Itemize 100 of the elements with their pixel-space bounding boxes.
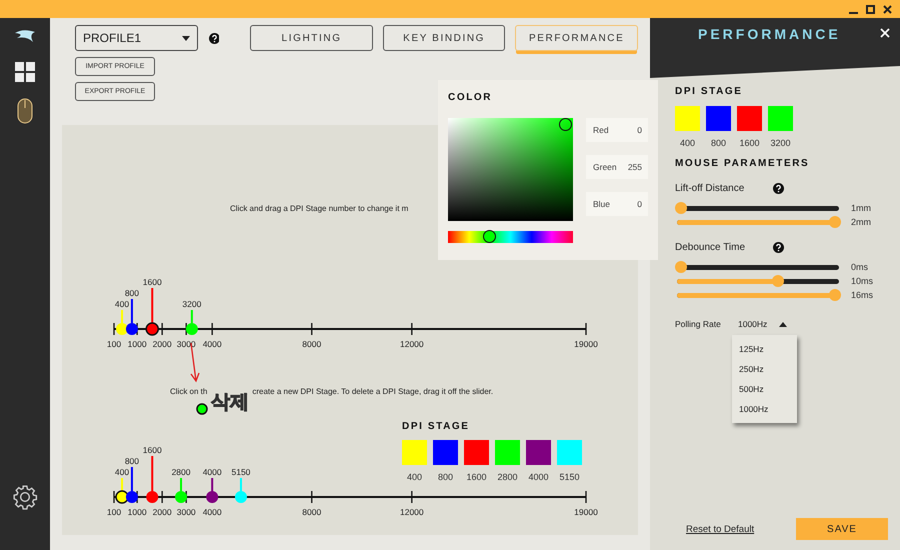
saturation-value-area[interactable] [448,118,573,221]
instruction-text: Click and drag a DPI Stage number to change it m [230,204,408,213]
close-icon[interactable] [883,4,892,14]
color-swatch[interactable] [557,440,582,465]
dpi-stage-handle[interactable] [206,478,218,503]
stage-label: 400 [114,299,130,309]
stage-label: 800 [124,456,140,466]
profile-dropdown[interactable]: PROFILE1 [75,25,198,51]
instruction-text: Click on th [170,387,208,396]
section-heading: DPI STAGE [402,421,471,432]
color-value-field[interactable]: Green 255 [586,155,648,179]
menu-option[interactable]: 250Hz [732,359,797,379]
stage-label: 400 [114,467,130,477]
slider-track[interactable] [675,275,841,287]
slider-thumb[interactable] [772,275,784,287]
color-swatch[interactable] [768,106,793,131]
color-thumb[interactable] [559,118,572,131]
polling-rate-dropdown[interactable]: 1000Hz [738,319,788,329]
slider-reading: 16ms [851,290,874,300]
tick-label: 19000 [574,507,598,517]
slider-thumb[interactable] [829,289,841,301]
swatch-label: 400 [406,472,422,482]
section-heading: MOUSE PARAMETERS [675,158,810,169]
slider-reading: 10ms [851,276,874,286]
tick-label: 2000 [152,507,172,517]
slider-axis[interactable] [113,491,587,503]
color-value-field[interactable]: Red 0 [586,118,648,142]
menu-option[interactable]: 1000Hz [732,399,797,419]
help-icon[interactable] [208,32,220,44]
stage-label: 800 [124,288,140,298]
swatch-label: 1600 [466,472,487,482]
color-swatch[interactable] [402,440,427,465]
dpi-stage-handle[interactable] [175,478,188,503]
tick-label: 1000 [128,507,147,517]
swatch-label: 800 [438,472,454,482]
slider-thumb[interactable] [829,216,841,228]
swatch-label: 3200 [770,138,791,148]
tab[interactable]: LIGHTING [250,25,373,51]
save-button[interactable]: SAVE [796,518,888,540]
slider-axis[interactable] [113,323,587,335]
tick-label: 3000 [176,507,196,517]
slider-reading: 0ms [851,262,868,272]
stage-label: 4000 [202,467,222,477]
stage-dot-icon [196,403,208,415]
instruction-text: create a new DPI Stage. To delete a DPI Stage, drag it off the slider. [252,387,494,396]
slider-reading: 2mm [851,217,871,227]
section-heading: DPI STAGE [675,86,744,97]
close-button[interactable] [878,26,892,40]
popup-title: COLOR [448,92,494,105]
hue-bar[interactable] [448,231,573,243]
tick-label: 2000 [152,339,172,349]
caret-icon [779,322,788,326]
grid-icon[interactable] [15,62,35,82]
tick-label: 100 [106,507,122,517]
dpi-stage-handle[interactable] [145,288,159,336]
slider-track[interactable] [675,216,841,228]
menu-option[interactable]: 125Hz [732,339,797,359]
stage-label: 2800 [172,467,190,477]
tick-label: 1000 [128,339,147,349]
slider-thumb[interactable] [675,202,687,214]
slider-thumb[interactable] [675,261,687,273]
tick-label: 8000 [302,339,322,349]
maximize-icon[interactable] [866,4,875,14]
tick-label: 3000 [176,339,196,349]
color-swatch[interactable] [433,440,458,465]
reset-link[interactable]: Reset to Default [686,524,754,534]
help-icon[interactable] [773,242,784,253]
stage-label: 1600 [142,279,162,287]
mouse-icon[interactable] [17,98,33,124]
dpi-stage-handle[interactable] [234,478,247,503]
color-swatch[interactable] [526,440,551,465]
color-swatch[interactable] [737,106,762,131]
color-swatch[interactable] [464,440,489,465]
tick-label: 8000 [302,507,322,517]
slider-track[interactable] [675,202,841,214]
menu-option[interactable]: 500Hz [732,379,797,399]
parameter-label: Polling Rate [675,319,722,329]
help-icon[interactable] [773,183,784,194]
tab[interactable]: PERFORMANCE [515,25,638,51]
slider-track[interactable] [675,261,841,273]
swatch-label: 800 [710,138,726,148]
swatch-label: 400 [680,138,696,148]
dpi-stage-handle[interactable] [116,310,128,335]
slider-track[interactable] [675,289,841,301]
tick-label: 4000 [202,507,222,517]
settings-icon[interactable] [12,484,38,510]
dpi-stage-handle[interactable] [115,478,129,504]
tick-label: 19000 [574,339,598,349]
tab[interactable]: KEY BINDING [382,25,506,51]
parameter-label: Debounce Time [675,242,746,253]
color-swatch[interactable] [495,440,520,465]
color-swatch[interactable] [675,106,700,131]
color-value-field[interactable]: Blue 0 [586,192,648,216]
color-swatch[interactable] [706,106,731,131]
swatch-label: 5150 [559,472,580,482]
parameter-label: Lift-off Distance [675,183,746,194]
dpi-stage-handle[interactable] [146,456,158,503]
stage-label: 5150 [232,467,250,477]
dpi-stage-handle[interactable] [186,310,198,335]
hue-thumb[interactable] [482,230,496,243]
